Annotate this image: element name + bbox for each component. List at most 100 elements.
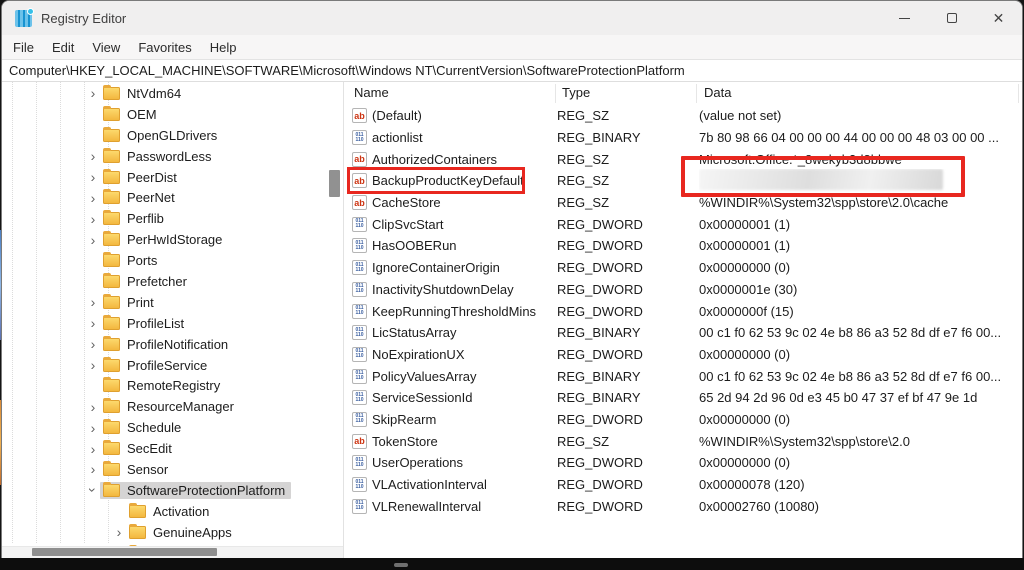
tree-item-schedule[interactable]: ›Schedule (2, 417, 329, 438)
tree-item-perflib[interactable]: ›Perflib (2, 208, 329, 229)
registry-value-row-noexpirationux[interactable]: 011 110NoExpirationUXREG_DWORD0x00000000… (344, 344, 1022, 366)
tree-item-content[interactable]: Activation (126, 503, 215, 520)
menu-view[interactable]: View (83, 40, 129, 55)
tree-item-prefetcher[interactable]: Prefetcher (2, 271, 329, 292)
tree-item-print[interactable]: ›Print (2, 292, 329, 313)
tree-item-content[interactable]: ResourceManager (100, 398, 240, 415)
tree-item-ports[interactable]: Ports (2, 250, 329, 271)
close-button[interactable]: ✕ (975, 1, 1022, 35)
column-header-name[interactable]: Name (354, 85, 389, 100)
tree-item-content[interactable]: PerHwIdStorage (100, 231, 228, 248)
tree-item-activation[interactable]: Activation (2, 501, 329, 522)
registry-value-row-tokenstore[interactable]: abTokenStoreREG_SZ%WINDIR%\System32\spp\… (344, 430, 1022, 452)
registry-value-row-actionlist[interactable]: 011 110actionlistREG_BINARY7b 80 98 66 0… (344, 127, 1022, 149)
tree-horizontal-scrollbar-thumb[interactable] (32, 548, 217, 556)
registry-value-row-skiprearm[interactable]: 011 110SkipRearmREG_DWORD0x00000000 (0) (344, 409, 1022, 431)
tree-item-oem[interactable]: OEM (2, 104, 329, 125)
chevron-down-icon[interactable]: › (86, 483, 100, 497)
registry-value-row-inactivityshutdowndelay[interactable]: 011 110InactivityShutdownDelayREG_DWORD0… (344, 279, 1022, 301)
registry-editor-app-icon (15, 10, 32, 27)
chevron-right-icon[interactable]: › (86, 295, 100, 309)
column-header-type[interactable]: Type (562, 85, 590, 100)
chevron-right-icon[interactable]: › (86, 86, 100, 100)
chevron-right-icon[interactable]: › (86, 170, 100, 184)
registry-value-row-vlrenewalinterval[interactable]: 011 110VLRenewalIntervalREG_DWORD0x00002… (344, 495, 1022, 517)
registry-value-row-hasooberun[interactable]: 011 110HasOOBERunREG_DWORD0x00000001 (1) (344, 235, 1022, 257)
tree-item-peerdist[interactable]: ›PeerDist (2, 167, 329, 188)
tree-item-ntvdm64[interactable]: ›NtVdm64 (2, 83, 329, 104)
tree-item-secedit[interactable]: ›SecEdit (2, 438, 329, 459)
menu-help[interactable]: Help (201, 40, 246, 55)
chevron-right-icon[interactable]: › (86, 149, 100, 163)
tree-item-passwordless[interactable]: ›PasswordLess (2, 146, 329, 167)
tree-item-content[interactable]: Perflib (100, 210, 170, 227)
chevron-right-icon[interactable]: › (86, 442, 100, 456)
registry-value-row-backupproductkeydefault[interactable]: abBackupProductKeyDefaultREG_SZ (344, 170, 1022, 192)
tree-item-content[interactable]: Schedule (100, 419, 187, 436)
registry-value-row-servicesessionid[interactable]: 011 110ServiceSessionIdREG_BINARY65 2d 9… (344, 387, 1022, 409)
tree-item-content[interactable]: SecEdit (100, 440, 178, 457)
tree-item-softwareprotectionplatform[interactable]: ›SoftwareProtectionPlatform (2, 480, 329, 501)
tree-item-content[interactable]: NtVdm64 (100, 85, 187, 102)
column-separator[interactable] (696, 84, 697, 103)
registry-value-row-ignorecontainerorigin[interactable]: 011 110IgnoreContainerOriginREG_DWORD0x0… (344, 257, 1022, 279)
menu-file[interactable]: File (2, 40, 43, 55)
registry-value-row--default-[interactable]: ab(Default)REG_SZ(value not set) (344, 105, 1022, 127)
tree-item-content[interactable]: RemoteRegistry (100, 377, 226, 394)
tree-item-content[interactable]: ProfileNotification (100, 336, 234, 353)
chevron-right-icon[interactable]: › (86, 337, 100, 351)
tree-item-content[interactable]: SoftwareProtectionPlatform (100, 482, 291, 499)
tree-item-opengldrivers[interactable]: OpenGLDrivers (2, 125, 329, 146)
column-separator[interactable] (555, 84, 556, 103)
menu-favorites[interactable]: Favorites (129, 40, 200, 55)
tree-vertical-scrollbar-thumb[interactable] (329, 170, 340, 197)
chevron-right-icon[interactable]: › (86, 191, 100, 205)
column-header-data[interactable]: Data (704, 85, 731, 100)
registry-value-row-licstatusarray[interactable]: 011 110LicStatusArrayREG_BINARY00 c1 f0 … (344, 322, 1022, 344)
tree-item-resourcemanager[interactable]: ›ResourceManager (2, 396, 329, 417)
tree-item-remoteregistry[interactable]: RemoteRegistry (2, 375, 329, 396)
chevron-right-icon[interactable]: › (112, 525, 126, 539)
tree-item-sensor[interactable]: ›Sensor (2, 459, 329, 480)
tree-item-content[interactable]: ProfileList (100, 315, 190, 332)
tree-item-content[interactable]: PeerDist (100, 169, 183, 186)
registry-value-row-keeprunningthresholdmins[interactable]: 011 110KeepRunningThresholdMinsREG_DWORD… (344, 300, 1022, 322)
column-separator[interactable] (1018, 84, 1019, 103)
value-data: 0x0000000f (15) (699, 304, 1022, 319)
registry-value-row-cachestore[interactable]: abCacheStoreREG_SZ%WINDIR%\System32\spp\… (344, 192, 1022, 214)
chevron-right-icon[interactable]: › (86, 316, 100, 330)
chevron-right-icon[interactable]: › (86, 212, 100, 226)
registry-value-row-policyvaluesarray[interactable]: 011 110PolicyValuesArrayREG_BINARY00 c1 … (344, 365, 1022, 387)
chevron-right-icon[interactable]: › (86, 400, 100, 414)
minimize-button[interactable] (881, 1, 928, 35)
tree-item-profileservice[interactable]: ›ProfileService (2, 355, 329, 376)
menu-edit[interactable]: Edit (43, 40, 83, 55)
registry-value-row-vlactivationinterval[interactable]: 011 110VLActivationIntervalREG_DWORD0x00… (344, 474, 1022, 496)
tree-item-profilelist[interactable]: ›ProfileList (2, 313, 329, 334)
chevron-right-icon[interactable]: › (86, 421, 100, 435)
tree-item-content[interactable]: Print (100, 294, 160, 311)
tree-item-content[interactable]: PasswordLess (100, 148, 218, 165)
tree-horizontal-scrollbar[interactable] (2, 546, 343, 558)
chevron-right-icon[interactable]: › (86, 358, 100, 372)
registry-value-row-clipsvcstart[interactable]: 011 110ClipSvcStartREG_DWORD0x00000001 (… (344, 213, 1022, 235)
registry-value-row-authorizedcontainers[interactable]: abAuthorizedContainersREG_SZMicrosoft.Of… (344, 148, 1022, 170)
tree-item-content[interactable]: OpenGLDrivers (100, 127, 223, 144)
registry-value-row-useroperations[interactable]: 011 110UserOperationsREG_DWORD0x00000000… (344, 452, 1022, 474)
tree-item-content[interactable]: Prefetcher (100, 273, 193, 290)
tree-item-genuineapps[interactable]: ›GenuineApps (2, 522, 329, 543)
tree-item-peernet[interactable]: ›PeerNet (2, 187, 329, 208)
chevron-right-icon[interactable]: › (86, 233, 100, 247)
address-bar[interactable]: Computer\HKEY_LOCAL_MACHINE\SOFTWARE\Mic… (2, 59, 1022, 82)
tree-item-content[interactable]: GenuineApps (126, 524, 238, 541)
tree-item-profilenotification[interactable]: ›ProfileNotification (2, 334, 329, 355)
tree-item-content[interactable]: Ports (100, 252, 163, 269)
tree-item-content[interactable]: Sensor (100, 461, 174, 478)
maximize-button[interactable] (928, 1, 975, 35)
tree-item-content[interactable]: PeerNet (100, 189, 181, 206)
tree-item-content[interactable]: ProfileService (100, 357, 213, 374)
desktop-background: Registry Editor ✕ File Edit View Favorit… (0, 0, 1024, 570)
tree-item-content[interactable]: OEM (100, 106, 163, 123)
tree-item-perhwidstorage[interactable]: ›PerHwIdStorage (2, 229, 329, 250)
chevron-right-icon[interactable]: › (86, 462, 100, 476)
